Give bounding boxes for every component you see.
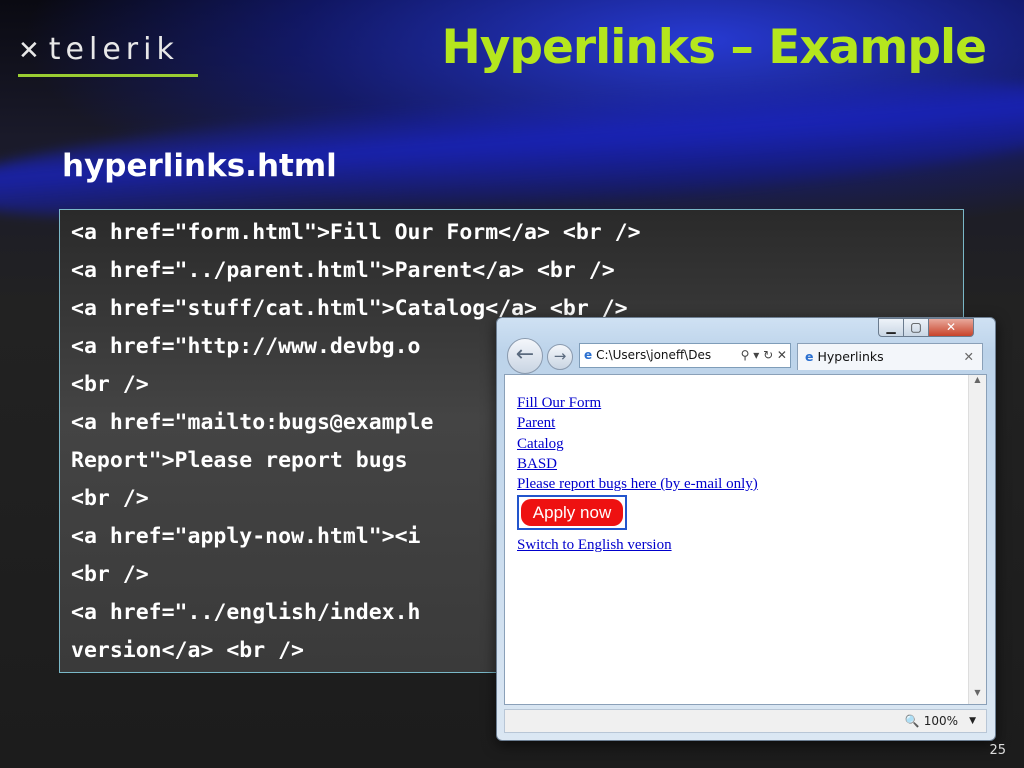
back-arrow-icon: ← <box>515 342 535 367</box>
address-text: C:\Users\joneff\Des <box>596 348 712 362</box>
link-switch-english[interactable]: Switch to English version <box>517 537 672 554</box>
apply-now-link[interactable]: Apply now <box>517 495 627 530</box>
vertical-scrollbar[interactable]: ▲ ▼ <box>968 375 986 704</box>
page-number: 25 <box>989 743 1006 758</box>
tab-title: Hyperlinks <box>817 349 884 364</box>
minimize-button[interactable]: ▁ <box>878 318 904 337</box>
link-fill-our-form[interactable]: Fill Our Form <box>517 395 601 412</box>
code-line: version</a> <br /> <box>71 638 304 663</box>
zoom-value: 100% <box>923 714 958 728</box>
slide-subtitle: hyperlinks.html <box>62 148 337 184</box>
status-bar: 🔍 100% ▼ <box>504 709 987 733</box>
code-line: <a href="../parent.html">Parent</a> <br … <box>71 258 615 283</box>
tab-close-icon[interactable]: ✕ <box>964 344 974 370</box>
ie-page-icon: e <box>584 348 593 362</box>
telerik-mark-icon: ✕ <box>18 36 45 66</box>
address-tools-icons[interactable]: ⚲ ▾ ↻ ✕ <box>737 344 790 367</box>
code-line: <br /> <box>71 562 149 587</box>
zoom-level[interactable]: 🔍 100% <box>905 710 958 732</box>
scroll-down-icon[interactable]: ▼ <box>969 688 986 704</box>
code-line: <br /> <box>71 372 149 397</box>
code-line: <a href="apply-now.html"><i <box>71 524 421 549</box>
address-bar[interactable]: e C:\Users\joneff\Des ⚲ ▾ ↻ ✕ <box>579 343 791 368</box>
logo-text: telerik <box>48 32 179 67</box>
tab-hyperlinks[interactable]: e Hyperlinks ✕ <box>797 343 983 370</box>
apply-now-image: Apply now <box>521 499 623 526</box>
code-line: <a href="../english/index.h <box>71 600 421 625</box>
link-basd[interactable]: BASD <box>517 456 557 473</box>
code-line: <br /> <box>71 486 149 511</box>
logo-underline <box>18 74 198 77</box>
link-catalog[interactable]: Catalog <box>517 436 564 453</box>
forward-button[interactable]: → <box>547 344 573 370</box>
scroll-up-icon[interactable]: ▲ <box>969 375 986 391</box>
code-line: Report">Please report bugs <box>71 448 408 473</box>
maximize-button[interactable]: ▢ <box>903 318 929 337</box>
close-button[interactable]: ✕ <box>928 318 974 337</box>
ie-tab-icon: e <box>805 349 814 364</box>
code-line: <a href="form.html">Fill Our Form</a> <b… <box>71 220 641 245</box>
code-line: <a href="mailto:bugs@example <box>71 410 434 435</box>
link-parent[interactable]: Parent <box>517 415 555 432</box>
browser-window: ▁ ▢ ✕ ← → e C:\Users\joneff\Des ⚲ ▾ ↻ ✕ e… <box>496 317 996 741</box>
back-button[interactable]: ← <box>507 338 543 374</box>
zoom-dropdown-icon[interactable]: ▼ <box>969 710 976 732</box>
forward-arrow-icon: → <box>553 347 567 365</box>
link-report-bugs[interactable]: Please report bugs here (by e-mail only) <box>517 476 758 493</box>
page-viewport: Fill Our Form Parent Catalog BASD Please… <box>504 374 987 705</box>
slide-title: Hyperlinks – Example <box>441 20 987 75</box>
code-line: <a href="http://www.devbg.o <box>71 334 421 359</box>
telerik-logo: ✕ telerik <box>18 32 179 67</box>
